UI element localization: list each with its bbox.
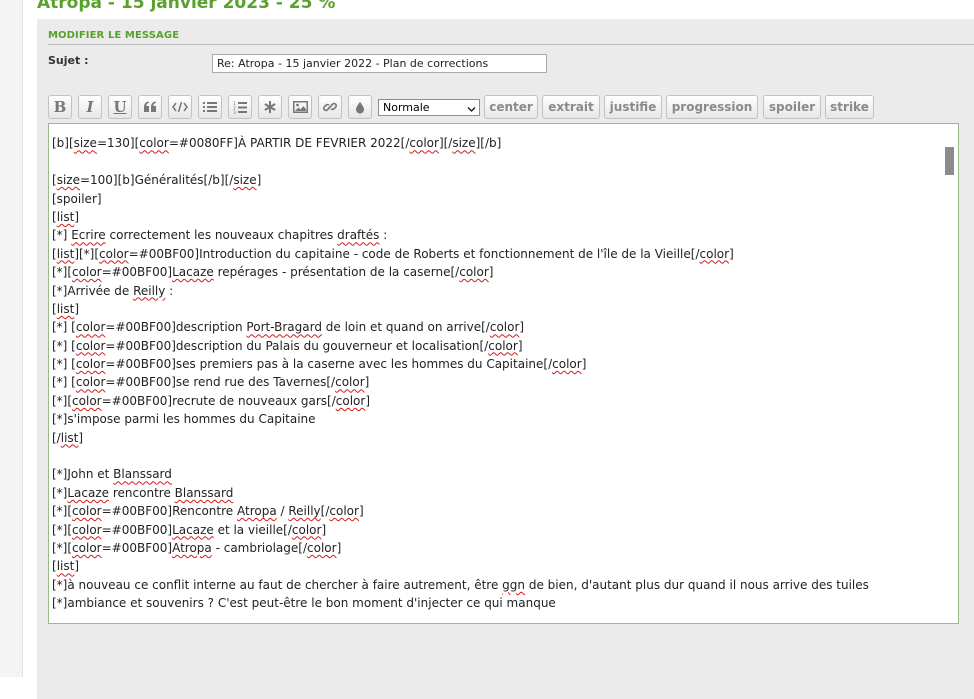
text-line	[52, 153, 938, 171]
text-line: [*][color=#00BF00]recrute de nouveaux ga…	[52, 393, 371, 408]
center-label: center	[489, 100, 533, 114]
text-line: [list]	[52, 559, 79, 574]
quote-icon	[143, 101, 157, 113]
code-button[interactable]	[168, 95, 192, 119]
text-line: [*]Lacaze rencontre Blanssard	[52, 485, 234, 500]
image-icon	[292, 101, 308, 113]
progression-label: progression	[671, 100, 753, 114]
text-line: [*] Ecrire correctement les nouveaux cha…	[52, 228, 388, 243]
link-button[interactable]	[318, 95, 342, 119]
message-textarea[interactable]: [b][size=130][color=#0080FF]À PARTIR DE …	[48, 123, 959, 624]
color-drop-icon	[355, 101, 365, 114]
text-line: [*][color=#00BF00]Rencontre Atropa / Rei…	[52, 504, 364, 519]
justifie-button[interactable]: justifie	[604, 95, 662, 119]
subject-label: Sujet :	[48, 54, 89, 67]
text-line: [spoiler]	[52, 191, 102, 206]
text-line: [list]	[52, 301, 79, 316]
link-icon	[323, 100, 337, 114]
strike-button[interactable]: strike	[825, 95, 874, 119]
svg-text:3: 3	[233, 110, 236, 114]
text-line: [size=100][b]Généralités[/b][/size]	[52, 173, 262, 188]
numbered-list-icon: 123	[233, 101, 247, 114]
text-line: [*]Arrivée de Reilly :	[52, 283, 174, 298]
text-line: [*]John et Blanssard	[52, 467, 172, 482]
justifie-label: justifie	[609, 100, 657, 114]
extrait-label: extrait	[548, 100, 594, 114]
text-line	[52, 124, 938, 134]
bold-label: B	[53, 98, 67, 116]
font-size-value: Normale	[383, 101, 430, 114]
spoiler-button[interactable]: spoiler	[763, 95, 821, 119]
vertical-scrollbar[interactable]	[940, 124, 958, 623]
text-line: [b][size=130][color=#0080FF]À PARTIR DE …	[52, 136, 502, 151]
text-line: [*][color=#00BF00]Lacaze repérages - pré…	[52, 265, 494, 280]
text-line: [*] [color=#00BF00]se rend rue des Taver…	[52, 375, 370, 390]
text-line: [*]s'impose parmi les hommes du Capitain…	[52, 412, 316, 427]
italic-button[interactable]: I	[78, 95, 102, 119]
textarea-content: [b][size=130][color=#0080FF]À PARTIR DE …	[52, 124, 938, 613]
font-size-select[interactable]: Normale	[378, 99, 480, 116]
text-line: [*] [color=#00BF00]description du Palais…	[52, 338, 523, 353]
left-sidebar-strip	[0, 0, 23, 677]
list-icon	[203, 101, 217, 113]
italic-label: I	[86, 98, 94, 116]
scrollbar-thumb[interactable]	[945, 147, 954, 175]
text-line	[52, 447, 938, 465]
list-button[interactable]	[198, 95, 222, 119]
extrait-button[interactable]: extrait	[542, 95, 600, 119]
text-line: [list]	[52, 209, 79, 224]
quote-button[interactable]	[138, 95, 162, 119]
underline-button[interactable]: U	[108, 95, 132, 119]
code-icon	[172, 101, 188, 113]
text-line: [*][color=#00BF00]Atropa - cambriolage[/…	[52, 540, 342, 555]
text-line: [*] [color=#00BF00]description Port-Brag…	[52, 320, 525, 335]
text-line: [*][color=#00BF00]Lacaze et la vieille[/…	[52, 522, 327, 537]
color-button[interactable]	[348, 95, 372, 119]
progression-button[interactable]: progression	[666, 95, 758, 119]
list-item-button[interactable]	[258, 95, 282, 119]
asterisk-icon	[264, 101, 276, 113]
image-button[interactable]	[288, 95, 312, 119]
text-line: [list][*][color=#00BF00]Introduction du …	[52, 246, 734, 261]
subject-input[interactable]	[212, 54, 547, 73]
spoiler-label: spoiler	[768, 100, 816, 114]
chevron-down-icon	[467, 103, 476, 112]
text-line: [*]à nouveau ce conflit interne au faut …	[52, 577, 869, 592]
center-button[interactable]: center	[484, 95, 538, 119]
bold-button[interactable]: B	[48, 95, 72, 119]
numbered-list-button[interactable]: 123	[228, 95, 252, 119]
text-line: [/list]	[52, 430, 84, 445]
text-line: [*] [color=#00BF00]ses premiers pas à la…	[52, 357, 587, 372]
section-header: MODIFIER LE MESSAGE	[48, 30, 974, 45]
text-line: [*]ambiance et souvenirs ? C'est peut-êt…	[52, 596, 556, 611]
strike-label: strike	[830, 100, 869, 114]
underline-label: U	[113, 98, 127, 116]
page-title: Atropa - 15 janvier 2023 - 25 %	[37, 0, 336, 13]
